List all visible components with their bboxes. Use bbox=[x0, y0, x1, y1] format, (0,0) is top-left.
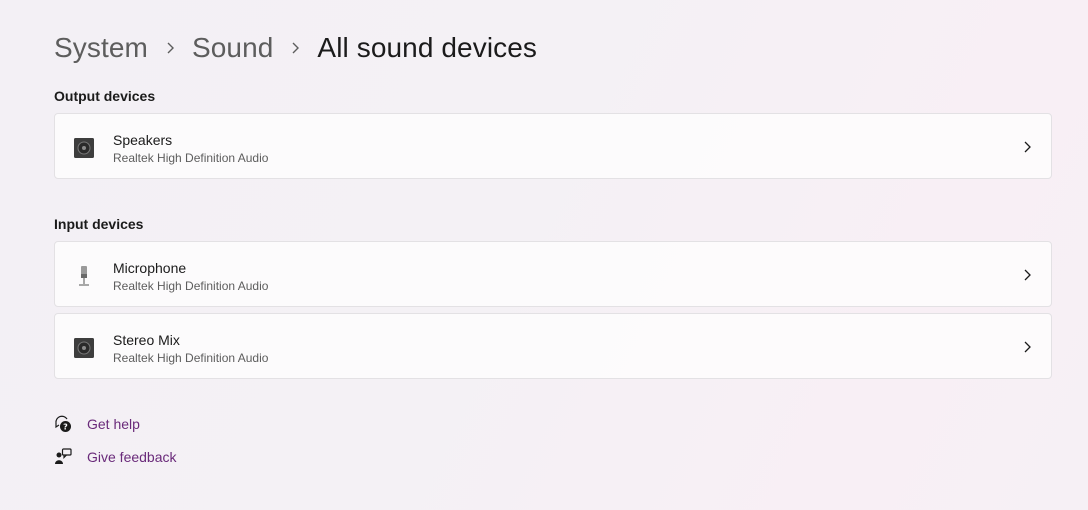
microphone-icon bbox=[73, 265, 95, 287]
get-help-link[interactable]: Get help bbox=[87, 416, 140, 432]
speaker-icon bbox=[73, 137, 95, 159]
output-devices-heading: Output devices bbox=[54, 88, 156, 104]
breadcrumb-separator-icon bbox=[273, 28, 317, 68]
device-driver: Realtek High Definition Audio bbox=[113, 351, 269, 365]
give-feedback-link[interactable]: Give feedback bbox=[87, 449, 177, 465]
device-name: Speakers bbox=[113, 132, 173, 148]
page-title: All sound devices bbox=[317, 32, 538, 63]
svg-text:?: ? bbox=[63, 423, 68, 432]
help-chat-icon: ? bbox=[54, 415, 72, 433]
breadcrumb-separator-icon bbox=[148, 28, 192, 68]
device-card-stereo-mix[interactable]: Stereo Mix Realtek High Definition Audio bbox=[54, 313, 1052, 379]
breadcrumb-sound[interactable]: Sound bbox=[192, 32, 273, 64]
breadcrumb-system[interactable]: System bbox=[54, 32, 148, 64]
get-help-link-row[interactable]: ? Get help bbox=[54, 414, 140, 434]
breadcrumb: System Sound All sound devices bbox=[54, 28, 537, 68]
chevron-right-icon bbox=[1021, 268, 1033, 282]
input-devices-heading: Input devices bbox=[54, 216, 144, 232]
device-driver: Realtek High Definition Audio bbox=[113, 151, 269, 165]
speaker-icon bbox=[73, 337, 95, 359]
give-feedback-link-row[interactable]: Give feedback bbox=[54, 447, 177, 467]
feedback-icon bbox=[54, 448, 72, 466]
chevron-right-icon bbox=[1021, 140, 1033, 154]
chevron-right-icon bbox=[1021, 340, 1033, 354]
device-driver: Realtek High Definition Audio bbox=[113, 279, 269, 293]
device-name: Stereo Mix bbox=[113, 332, 180, 348]
device-card-speakers[interactable]: Speakers Realtek High Definition Audio bbox=[54, 113, 1052, 179]
device-card-microphone[interactable]: Microphone Realtek High Definition Audio bbox=[54, 241, 1052, 307]
device-name: Microphone bbox=[113, 260, 187, 276]
